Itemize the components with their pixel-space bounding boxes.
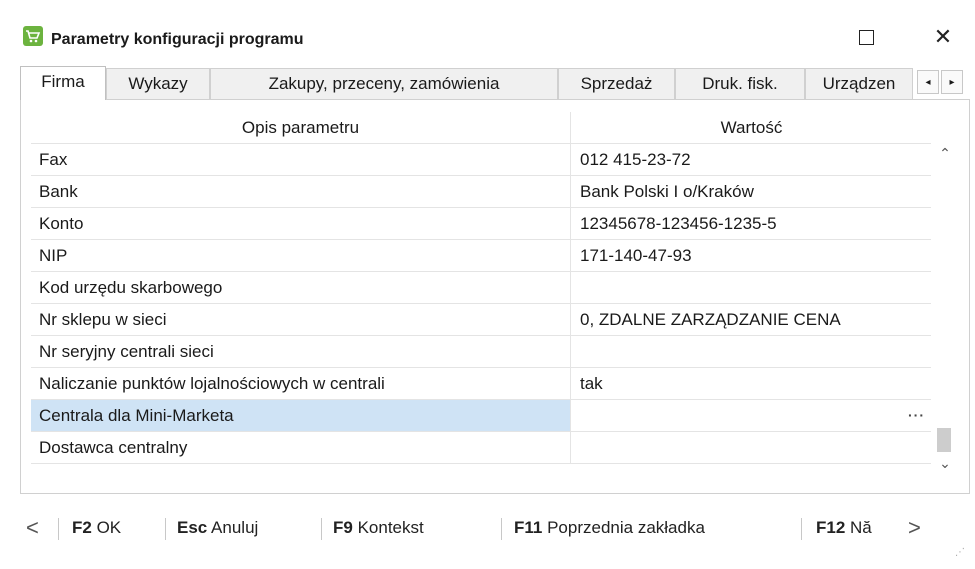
table-row[interactable]: Konto 12345678-123456-1235-5 bbox=[31, 208, 931, 240]
footer-next-button[interactable]: > bbox=[908, 506, 921, 550]
table-row[interactable]: Kod urzędu skarbowego bbox=[31, 272, 931, 304]
separator bbox=[501, 518, 502, 540]
shortcut-label: Kontekst bbox=[357, 518, 424, 537]
cart-icon bbox=[23, 26, 43, 46]
tab-strip: Firma Wykazy Zakupy, przeceny, zamówieni… bbox=[20, 66, 970, 100]
row-value[interactable]: 12345678-123456-1235-5 bbox=[572, 208, 931, 239]
table-row[interactable]: Naliczanie punktów lojalnościowych w cen… bbox=[31, 368, 931, 400]
grid-header: Opis parametru Wartość bbox=[31, 112, 931, 144]
shortcut-key: Esc bbox=[177, 518, 208, 537]
footer-prev-button[interactable]: < bbox=[26, 506, 39, 550]
row-value[interactable] bbox=[572, 432, 931, 463]
row-label: Konto bbox=[31, 208, 571, 239]
row-value[interactable] bbox=[572, 336, 931, 367]
tab-scroll-left-button[interactable]: ◂ bbox=[917, 70, 939, 94]
row-value[interactable]: 171-140-47-93 bbox=[572, 240, 931, 271]
row-label: NIP bbox=[31, 240, 571, 271]
row-label: Centrala dla Mini-Marketa bbox=[31, 400, 571, 431]
row-label: Fax bbox=[31, 144, 571, 175]
table-row[interactable]: Fax 012 415-23-72 bbox=[31, 144, 931, 176]
window-title: Parametry konfiguracji programu bbox=[51, 31, 304, 48]
next-tab-button[interactable]: F12 Nă bbox=[816, 506, 872, 550]
tab-firma[interactable]: Firma bbox=[20, 66, 106, 100]
row-value[interactable]: tak bbox=[572, 368, 931, 399]
scroll-down-button[interactable]: ⌄ bbox=[933, 455, 957, 475]
shortcut-bar: < F2 OK Esc Anuluj F9 Kontekst F11 Poprz… bbox=[20, 506, 940, 550]
column-header-value[interactable]: Wartość bbox=[572, 112, 931, 143]
tab-panel: Opis parametru Wartość Fax 012 415-23-72 … bbox=[20, 99, 970, 494]
column-header-description[interactable]: Opis parametru bbox=[31, 112, 571, 143]
row-label: Nr seryjny centrali sieci bbox=[31, 336, 571, 367]
shortcut-label: Nă bbox=[850, 518, 872, 537]
shortcut-key: F2 bbox=[72, 518, 92, 537]
row-value[interactable] bbox=[572, 272, 931, 303]
table-row[interactable]: Nr sklepu w sieci 0, ZDALNE ZARZĄDZANIE C… bbox=[31, 304, 931, 336]
separator bbox=[801, 518, 802, 540]
vertical-scrollbar[interactable]: ⌃ ⌄ bbox=[933, 143, 957, 473]
separator bbox=[58, 518, 59, 540]
tab-scroll-right-button[interactable]: ▸ bbox=[941, 70, 963, 94]
title-bar: Parametry konfiguracji programu ✕ bbox=[0, 0, 975, 49]
tab-zakupy[interactable]: Zakupy, przeceny, zamówienia bbox=[210, 68, 558, 99]
row-label: Naliczanie punktów lojalnościowych w cen… bbox=[31, 368, 571, 399]
shortcut-label: Poprzednia zakładka bbox=[547, 518, 705, 537]
tab-sprzedaz[interactable]: Sprzedaż bbox=[558, 68, 675, 99]
table-row[interactable]: Nr seryjny centrali sieci bbox=[31, 336, 931, 368]
resize-grip-icon[interactable]: ⋰ bbox=[955, 547, 967, 559]
separator bbox=[321, 518, 322, 540]
maximize-button[interactable] bbox=[846, 22, 886, 52]
table-row[interactable]: NIP 171-140-47-93 bbox=[31, 240, 931, 272]
arrow-right-icon: ▸ bbox=[949, 77, 955, 88]
separator bbox=[165, 518, 166, 540]
arrow-left-icon: ◂ bbox=[925, 77, 931, 88]
cancel-button[interactable]: Esc Anuluj bbox=[177, 506, 258, 550]
shortcut-key: F11 bbox=[514, 518, 543, 537]
scroll-up-button[interactable]: ⌃ bbox=[933, 145, 957, 165]
tab-wykazy[interactable]: Wykazy bbox=[106, 68, 210, 99]
row-value[interactable]: ··· bbox=[572, 400, 931, 431]
row-value[interactable]: 012 415-23-72 bbox=[572, 144, 931, 175]
shortcut-label: Anuluj bbox=[211, 518, 259, 537]
shortcut-key: F9 bbox=[333, 518, 353, 537]
parameters-grid: Opis parametru Wartość Fax 012 415-23-72 … bbox=[31, 112, 931, 464]
tab-urzadzenia[interactable]: Urządzen bbox=[805, 68, 913, 99]
close-icon: ✕ bbox=[933, 24, 953, 49]
row-label: Nr sklepu w sieci bbox=[31, 304, 571, 335]
maximize-icon bbox=[858, 30, 874, 45]
shortcut-label: OK bbox=[96, 518, 122, 537]
row-label: Kod urzędu skarbowego bbox=[31, 272, 571, 303]
context-button[interactable]: F9 Kontekst bbox=[333, 506, 424, 550]
close-button[interactable]: ✕ bbox=[923, 22, 963, 52]
tab-druk-fisk[interactable]: Druk. fisk. bbox=[675, 68, 805, 99]
table-row-selected[interactable]: Centrala dla Mini-Marketa ··· bbox=[31, 400, 931, 432]
ellipsis-button[interactable]: ··· bbox=[908, 400, 925, 431]
previous-tab-button[interactable]: F11 Poprzednia zakładka bbox=[514, 506, 705, 550]
scroll-thumb[interactable] bbox=[937, 428, 951, 452]
row-value[interactable]: Bank Polski I o/Kraków bbox=[572, 176, 931, 207]
ok-button[interactable]: F2 OK bbox=[72, 506, 121, 550]
row-value[interactable]: 0, ZDALNE ZARZĄDZANIE CENA bbox=[572, 304, 931, 335]
row-label: Bank bbox=[31, 176, 571, 207]
table-row[interactable]: Bank Bank Polski I o/Kraków bbox=[31, 176, 931, 208]
row-label: Dostawca centralny bbox=[31, 432, 571, 463]
table-row[interactable]: Dostawca centralny bbox=[31, 432, 931, 464]
shortcut-key: F12 bbox=[816, 518, 846, 537]
